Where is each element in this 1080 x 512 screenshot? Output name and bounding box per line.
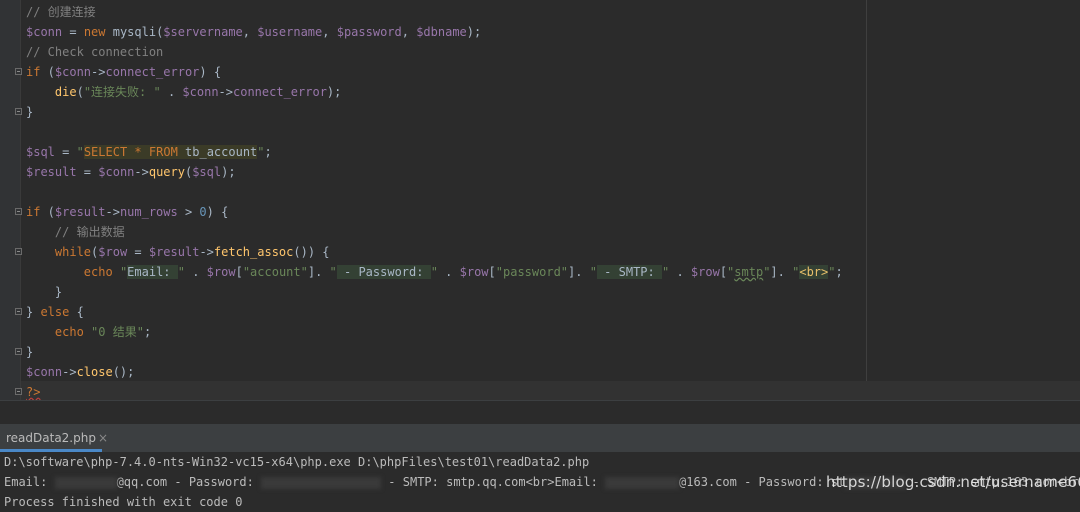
- code-line-2: $conn = new mysqli($servername, $usernam…: [26, 25, 482, 39]
- fold-marker-icon[interactable]: [15, 348, 22, 355]
- code-line-5: die("连接失败: " . $conn->connect_error);: [54, 85, 342, 99]
- run-tab[interactable]: readData2.php: [0, 424, 102, 452]
- fold-marker-icon[interactable]: [15, 68, 22, 75]
- fold-marker-icon[interactable]: [15, 248, 22, 255]
- code-line-13: while($row = $result->fetch_assoc()) {: [54, 245, 330, 259]
- code-line-1: // 创建连接: [26, 5, 96, 19]
- code-line-18: }: [26, 345, 34, 359]
- code-line-8: $sql = "SELECT * FROM tb_account";: [26, 145, 272, 159]
- redacted-block: [54, 476, 117, 489]
- code-line-12: // 输出数据: [54, 225, 125, 239]
- code-line-3: // Check connection: [26, 45, 164, 59]
- code-line-17: echo "0 结果";: [54, 325, 152, 339]
- code-line-14: echo "Email: " . $row["account"]. " - Pa…: [83, 265, 843, 279]
- code-line-20: ?>: [26, 385, 41, 399]
- watermark-url: https://blog.csdn.net/username666: [826, 473, 1080, 491]
- console-exit-line: Process finished with exit code 0: [4, 495, 243, 509]
- close-icon[interactable]: ×: [98, 431, 108, 445]
- editor-gutter: [0, 0, 21, 400]
- code-line-19: $conn->close();: [26, 365, 135, 379]
- code-line-15: }: [26, 285, 63, 299]
- right-margin-guide: [866, 0, 867, 400]
- run-tool-window-header: readData2.php ×: [0, 424, 1080, 453]
- redacted-block: [605, 476, 680, 489]
- console-command-line: D:\software\php-7.4.0-nts-Win32-vc15-x64…: [4, 455, 590, 469]
- current-line-highlight: [21, 381, 1080, 401]
- code-line-4: if ($conn->connect_error) {: [26, 65, 222, 79]
- code-line-6: }: [26, 105, 34, 119]
- fold-marker-icon[interactable]: [15, 308, 22, 315]
- redacted-block: [261, 476, 382, 489]
- code-line-11: if ($result->num_rows > 0) {: [26, 205, 229, 219]
- editor-bottom-area: [0, 400, 1080, 425]
- fold-marker-icon[interactable]: [15, 208, 22, 215]
- code-line-9: $result = $conn->query($sql);: [26, 165, 236, 179]
- fold-marker-icon[interactable]: [15, 388, 22, 395]
- code-editor[interactable]: // 创建连接 $conn = new mysqli($servername, …: [0, 0, 1080, 401]
- code-line-16: } else {: [26, 305, 84, 319]
- fold-marker-icon[interactable]: [15, 108, 22, 115]
- run-tab-label: readData2.php: [6, 431, 96, 445]
